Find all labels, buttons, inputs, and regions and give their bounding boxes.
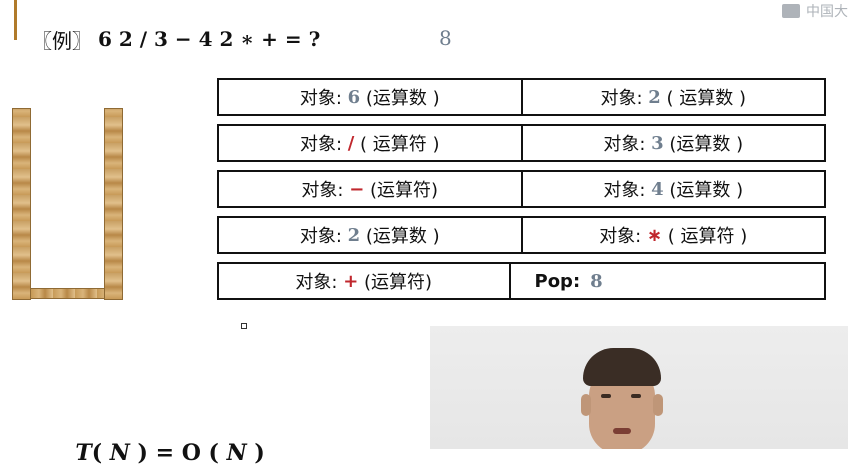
complexity-formula: T( N ) = O ( N ) [75,440,265,466]
stack-left-wall [12,108,31,300]
pop-label: Pop: [534,270,581,292]
watermark-text: 中国大 [806,4,848,20]
cursor-marker [241,323,247,329]
object-cell: 对象: 2 ( 运算数 ) [522,78,826,116]
title-accent-bar [14,0,17,40]
object-cell: 对象: 2 (运算数 ) [217,216,523,254]
lecturer-avatar [575,346,670,449]
table-row: 对象: + (运算符) Pop: 8 [217,262,826,300]
example-label: 〖例〗 [32,28,92,53]
table-row: 对象: / ( 运算符 ) 对象: 3 (运算数 ) [217,124,826,162]
object-cell: 对象: + (运算符) [217,262,511,300]
object-cell: 对象: 4 (运算数 ) [522,170,826,208]
mooc-logo-icon [782,4,800,18]
postfix-expression: 6 2 / 3 − 4 2 ∗ + = ? [98,27,321,51]
object-cell: 对象: 6 (运算数 ) [217,78,523,116]
object-table: 对象: 6 (运算数 ) 对象: 2 ( 运算数 ) 对象: / ( 运算符 )… [217,78,826,308]
object-cell: 对象: − (运算符) [217,170,523,208]
example-answer: 8 [439,26,452,50]
stack-bottom [30,288,105,299]
pop-result-cell: Pop: 8 [510,262,826,300]
object-cell: 对象: ∗ ( 运算符 ) [522,216,826,254]
object-cell: 对象: / ( 运算符 ) [217,124,523,162]
example-expression: 〖例〗 6 2 / 3 − 4 2 ∗ + = ? [32,24,320,54]
pop-value: 8 [590,270,603,292]
table-row: 对象: 2 (运算数 ) 对象: ∗ ( 运算符 ) [217,216,826,254]
table-row: 对象: 6 (运算数 ) 对象: 2 ( 运算数 ) [217,78,826,116]
lecturer-video[interactable] [430,326,848,449]
object-cell: 对象: 3 (运算数 ) [522,124,826,162]
mooc-watermark: 中国大 [756,0,848,22]
stack-right-wall [104,108,123,300]
table-row: 对象: − (运算符) 对象: 4 (运算数 ) [217,170,826,208]
